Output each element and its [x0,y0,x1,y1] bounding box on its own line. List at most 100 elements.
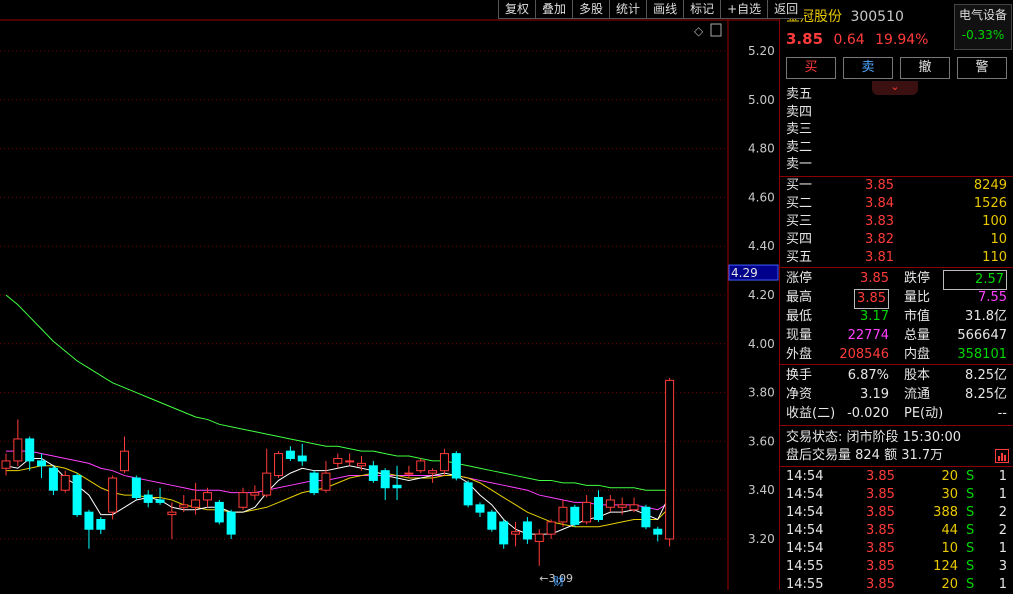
candle-body [1,460,11,469]
bid-label: 买四 [786,232,813,247]
candle-body [463,482,473,506]
candle-body [475,504,485,513]
candle-body [250,492,260,496]
divider [780,425,1013,426]
sector-box[interactable]: 电气设备 -0.33% [954,4,1012,50]
candle-body [605,499,615,508]
candle-body [191,499,201,508]
bid-row[interactable]: 买二 3.84 1526 [786,195,1007,213]
tick-row: 14:54 3.85 10 S 1 [786,540,1007,558]
toolbar-button[interactable]: 多股 [572,0,610,19]
bid-volume: 8249 [973,178,1007,193]
candle-body [238,492,248,508]
candle-body [72,475,82,516]
ask-label: 卖五 [786,87,813,102]
tick-volume: 44 [941,523,958,538]
tick-time: 14:54 [786,487,824,502]
buy-button[interactable]: 买 [786,57,836,79]
financial-marker: 财 [553,574,564,588]
bar-chart-icon[interactable] [995,449,1009,463]
candle-body [416,460,426,472]
candle-body [321,472,331,491]
sell-button[interactable]: 卖 [843,57,893,79]
candle-body [96,518,106,530]
bid-price: 3.82 [865,232,894,247]
y-tick-label: 4.20 [748,288,775,302]
stat-label: 最高 [786,290,813,305]
kline-chart[interactable]: 5.20 5.00 4.80 4.60 4.40 4.20 4.00 3.80 3.60 3.40… [0,0,779,590]
stat-row: 换手 6.87% 股本 8.25亿 [786,367,1007,385]
bid-label: 买一 [786,178,813,193]
candle-body [120,450,129,472]
tick-side: S [966,505,975,520]
toolbar-button[interactable]: 复权 [498,0,536,19]
current-price-label: 4.29 [731,266,758,280]
stat-label: 总量 [904,328,931,343]
divider [780,364,1013,365]
ask-row[interactable]: 卖五 [786,86,1007,104]
candle-body [357,462,366,467]
stat-value: 208546 [839,347,889,362]
bid-row[interactable]: 买三 3.83 100 [786,213,1007,231]
ask-row[interactable]: 卖四 [786,104,1007,122]
toolbar-button[interactable]: 返回 [767,0,805,19]
ask-row[interactable]: 卖二 [786,139,1007,157]
cancel-button[interactable]: 撤 [900,57,950,79]
tick-volume: 10 [941,541,958,556]
tick-row: 14:54 3.85 20 S 1 [786,468,1007,486]
candle-body [499,521,509,545]
toolbar-button[interactable]: 叠加 [535,0,573,19]
tick-volume: 20 [941,577,958,592]
kline-canvas[interactable]: 5.20 5.00 4.80 4.60 4.40 4.20 4.00 3.80 3.60 3.40… [0,0,779,590]
candle-body [439,453,449,472]
toolbar-button[interactable]: 画线 [646,0,684,19]
tick-side: S [966,523,975,538]
y-tick-label: 3.80 [748,386,775,400]
ask-row[interactable]: 卖一 [786,156,1007,174]
toolbar-button[interactable]: +自选 [720,0,768,19]
tick-volume: 20 [941,469,958,484]
candle-body [143,494,153,503]
tick-count: 2 [998,523,1007,538]
stat-value: -0.020 [847,406,889,421]
candle-body [428,470,438,474]
bid-row[interactable]: 买四 3.82 10 [786,231,1007,249]
alert-button[interactable]: 警 [957,57,1007,79]
stat-value: 6.87% [847,368,889,383]
ask-label: 卖一 [786,157,813,172]
tick-volume: 124 [933,559,958,574]
bid-row[interactable]: 买一 3.85 8249 [786,177,1007,195]
y-tick-label: 5.20 [748,44,775,58]
stat-row: 外盘 208546 内盘 358101 [786,346,1007,364]
ask-row[interactable]: 卖三 [786,121,1007,139]
tick-side: S [966,541,975,556]
tick-price: 3.85 [866,577,895,592]
divider [780,267,1013,268]
tick-price: 3.85 [866,541,895,556]
tick-count: 2 [998,505,1007,520]
candle-body [534,533,544,542]
bid-price: 3.85 [865,178,894,193]
candle-body [558,506,568,523]
candle-body [333,457,343,464]
candle-body [392,484,402,489]
diamond-icon[interactable]: ◇ [694,24,704,38]
panel-toggle-icon[interactable] [710,23,722,37]
tick-time: 14:54 [786,541,824,556]
bid-volume: 1526 [973,196,1007,211]
candle-body [368,465,378,481]
stat-label: 量比 [904,290,931,305]
tick-row: 14:54 3.85 388 S 2 [786,504,1007,522]
tick-price: 3.85 [866,487,895,502]
toolbar-button[interactable]: 统计 [609,0,647,19]
candle-body [155,499,165,503]
bid-row[interactable]: 买五 3.81 110 [786,249,1007,267]
toolbar-button[interactable]: 标记 [683,0,721,19]
tick-time: 14:55 [786,559,824,574]
y-tick-label: 4.40 [748,239,775,253]
candle-body [179,504,189,508]
candle-body [629,504,639,511]
stat-label: 内盘 [904,347,931,362]
bid-label: 买五 [786,250,813,265]
candle-body [451,453,461,479]
